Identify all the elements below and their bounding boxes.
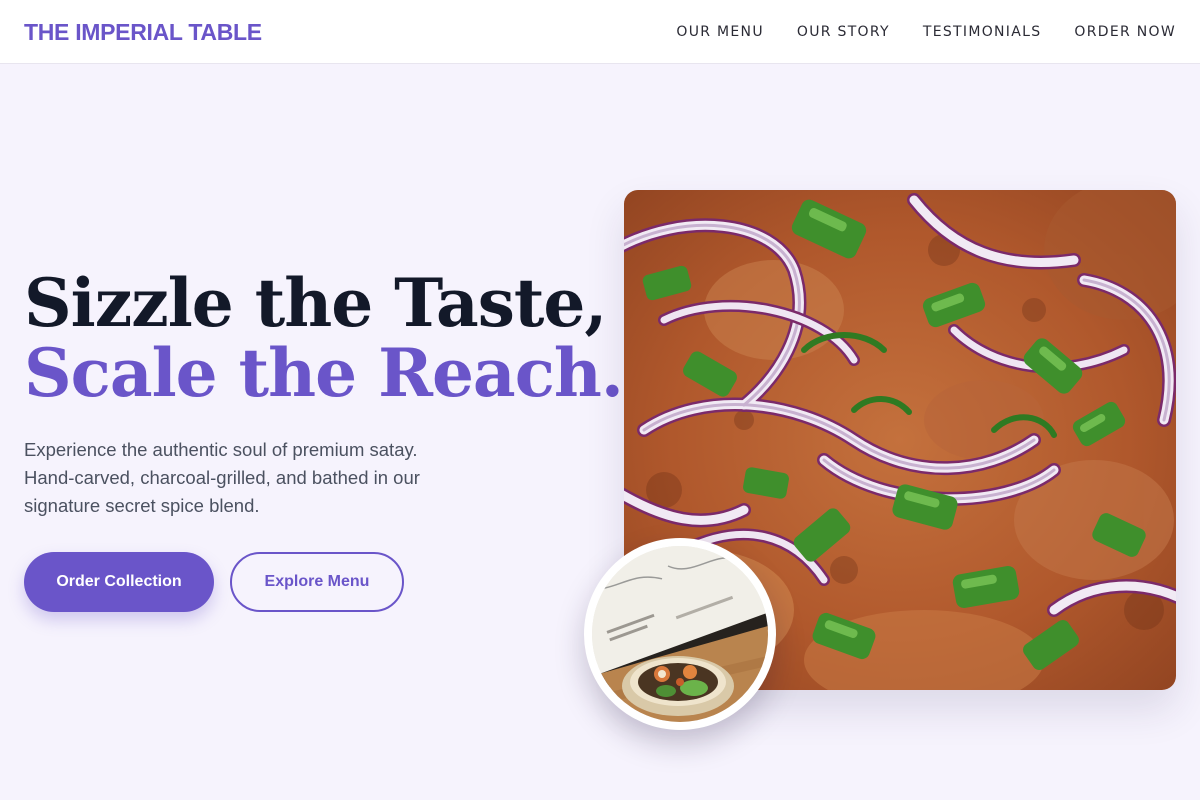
inset-bowl-photo [584,538,776,730]
site-logo[interactable]: THE IMPERIAL TABLE [24,17,262,47]
hero-title-line-1: Sizzle the Taste, [24,264,607,342]
hero-title-line-2: Scale the Reach. [24,334,624,412]
nav-link-order-now[interactable]: ORDER NOW [1074,22,1176,42]
site-header: THE IMPERIAL TABLE OUR MENU OUR STORY TE… [0,0,1200,64]
order-collection-button[interactable]: Order Collection [24,552,214,612]
hero-title: Sizzle the Taste, Scale the Reach. [24,264,624,412]
hero-description: Experience the authentic soul of premium… [24,439,420,516]
main-nav: OUR MENU OUR STORY TESTIMONIALS ORDER NO… [676,22,1176,42]
nav-link-our-menu[interactable]: OUR MENU [676,22,764,42]
nav-link-testimonials[interactable]: TESTIMONIALS [923,22,1042,42]
explore-menu-button[interactable]: Explore Menu [230,552,404,612]
nav-link-our-story[interactable]: OUR STORY [797,22,890,42]
